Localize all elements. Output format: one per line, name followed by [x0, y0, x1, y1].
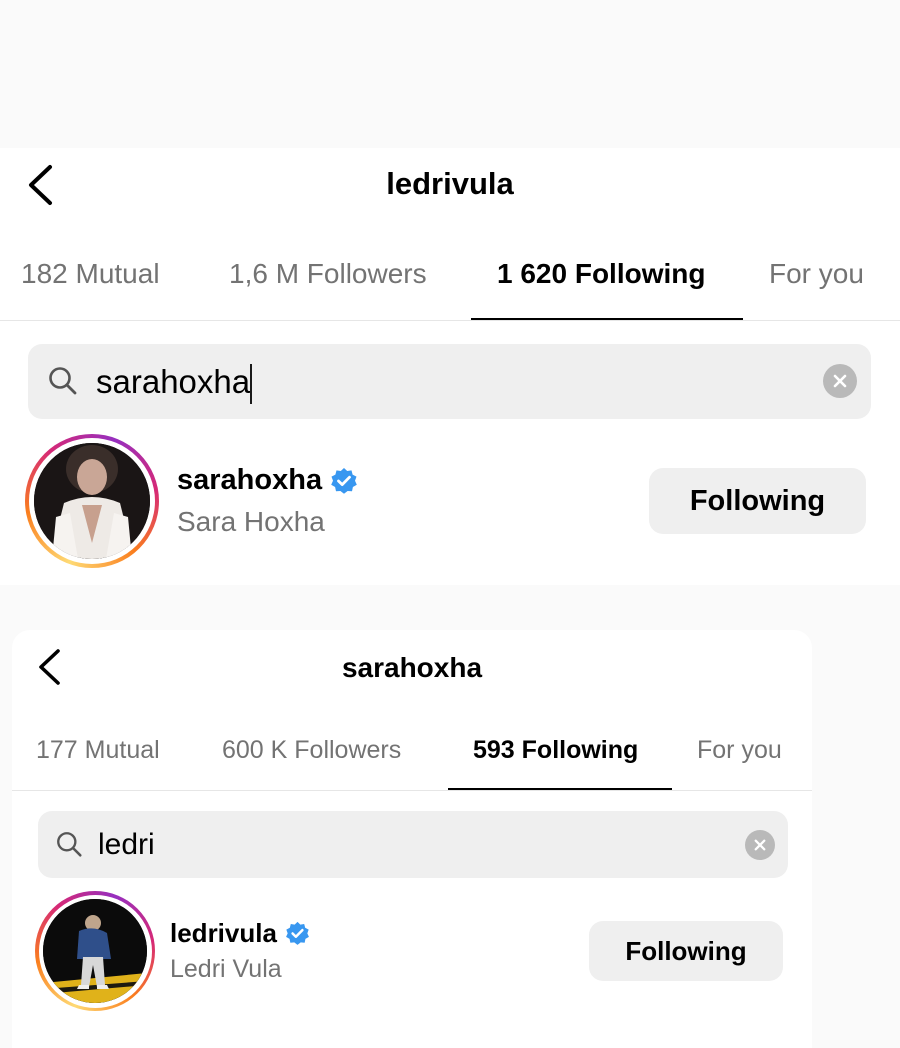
tab-for-you[interactable]: For you [769, 258, 864, 290]
tab-divider [0, 320, 900, 321]
profile-photo [43, 899, 147, 1003]
search-query: sarahoxha [96, 363, 251, 400]
search-input[interactable]: ledri [98, 827, 155, 863]
text-caret [250, 364, 253, 405]
username-text: ledrivula [170, 918, 277, 948]
profile-photo [34, 443, 150, 559]
tab-divider [12, 790, 812, 791]
clear-icon[interactable] [745, 830, 775, 860]
search-bar[interactable]: ledri [38, 811, 788, 878]
verified-badge-icon [331, 467, 357, 494]
screen-sarahoxha-following: sarahoxha 177 Mutual 600 K Followers 593… [12, 630, 812, 1048]
tab-bar: 182 Mutual 1,6 M Followers 1 620 Followi… [0, 258, 900, 318]
username-text: sarahoxha [177, 464, 323, 496]
back-button[interactable] [26, 164, 54, 206]
search-input[interactable]: sarahoxha [96, 362, 253, 405]
tab-followers[interactable]: 1,6 M Followers [229, 258, 427, 290]
tab-following[interactable]: 593 Following [473, 736, 638, 765]
following-button[interactable]: Following [649, 468, 866, 534]
result-full-name: Ledri Vula [170, 955, 282, 983]
clear-icon[interactable] [823, 364, 857, 398]
search-query: ledri [98, 828, 155, 861]
following-button[interactable]: Following [589, 921, 783, 981]
result-full-name: Sara Hoxha [177, 506, 325, 537]
page-title: ledrivula [386, 166, 514, 201]
tab-following[interactable]: 1 620 Following [497, 258, 705, 290]
search-icon [57, 832, 82, 857]
tab-mutual[interactable]: 182 Mutual [21, 258, 160, 290]
top-blank-area [0, 0, 900, 148]
tab-mutual[interactable]: 177 Mutual [36, 736, 160, 765]
tab-bar: 177 Mutual 600 K Followers 593 Following… [12, 736, 812, 786]
search-icon [49, 367, 77, 395]
verified-badge-icon [286, 921, 309, 945]
page-title: sarahoxha [341, 652, 483, 683]
result-username[interactable]: ledrivula [170, 918, 310, 949]
result-username[interactable]: sarahoxha [177, 464, 358, 497]
avatar[interactable] [35, 891, 155, 1011]
tab-for-you[interactable]: For you [697, 736, 782, 765]
chevron-left-icon [39, 649, 60, 685]
back-button[interactable] [36, 648, 62, 686]
search-bar[interactable]: sarahoxha [28, 344, 871, 419]
tab-followers[interactable]: 600 K Followers [222, 736, 401, 765]
chevron-left-icon [29, 165, 52, 205]
screen-ledrivula-following: ledrivula 182 Mutual 1,6 M Followers 1 6… [0, 148, 900, 588]
avatar[interactable] [25, 434, 159, 568]
